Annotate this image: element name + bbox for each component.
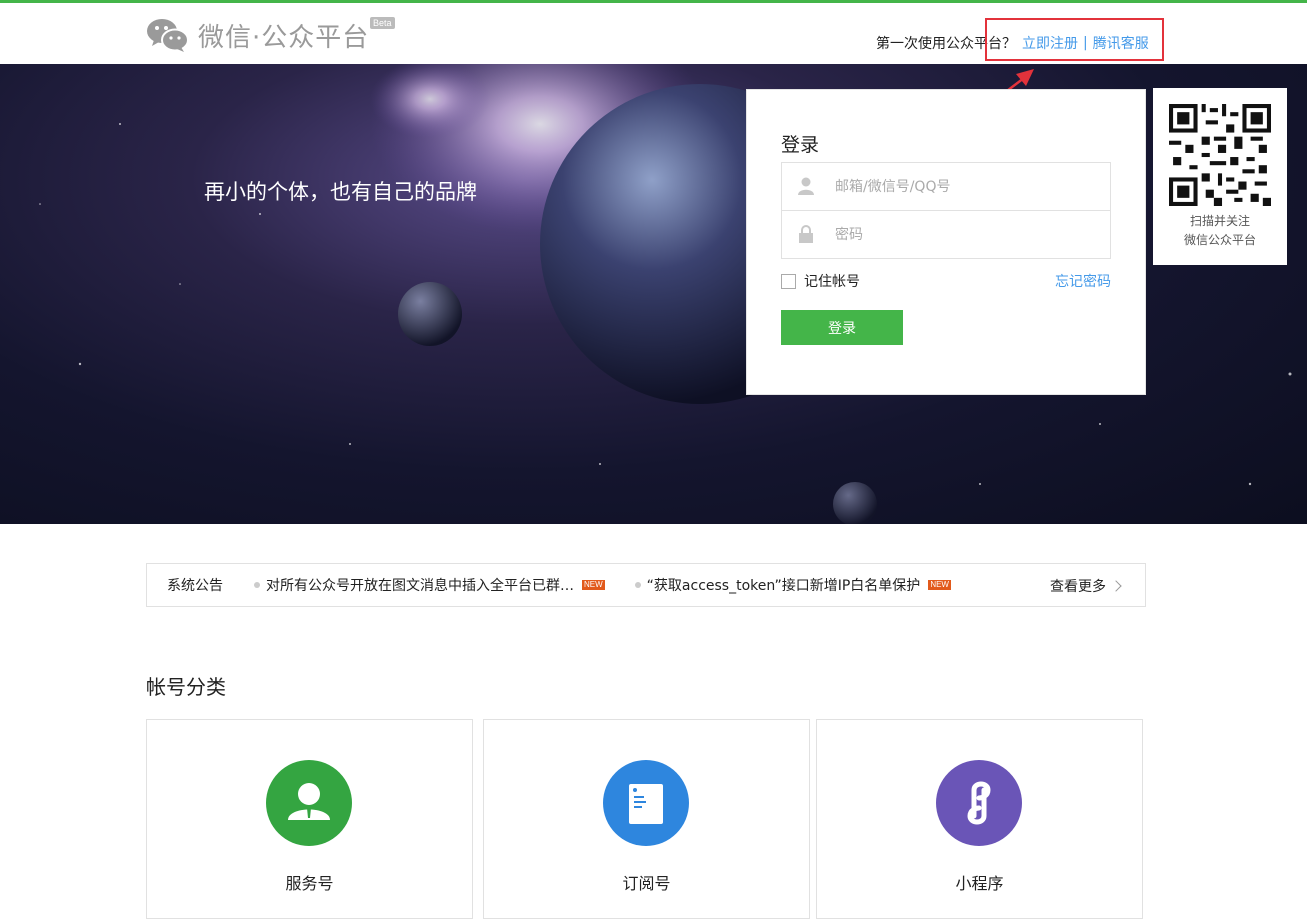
account-card-mini-program[interactable]: 小程序 — [816, 719, 1143, 919]
login-panel: 登录 记住帐号 忘记密码 登录 — [746, 89, 1146, 395]
forgot-password-link[interactable]: 忘记密码 — [1055, 271, 1111, 291]
login-title: 登录 — [781, 134, 820, 156]
mini-program-icon — [967, 781, 991, 825]
person-icon — [288, 783, 330, 820]
bullet-icon — [254, 582, 260, 588]
view-more-label: 查看更多 — [1050, 579, 1106, 595]
document-icon — [629, 784, 663, 824]
card-label: 小程序 — [955, 874, 1004, 893]
login-input-group — [781, 162, 1111, 259]
notice-label: 系统公告 — [167, 578, 223, 594]
system-notice-bar: 系统公告 对所有公众号开放在图文消息中插入全平台已群… NEW “获取acces… — [146, 563, 1146, 607]
subscription-account-icon-circle — [603, 760, 689, 846]
notice-item[interactable]: “获取access_token”接口新增IP白名单保护 NEW — [634, 575, 951, 595]
qr-caption: 扫描并关注 微信公众平台 — [1153, 212, 1287, 250]
account-card-service[interactable]: 服务号 — [146, 719, 473, 919]
remember-account[interactable]: 记住帐号 — [781, 271, 860, 291]
logo-text: 微信·公众平台 — [198, 22, 370, 53]
qr-panel: 扫描并关注 微信公众平台 — [1153, 88, 1287, 265]
banner-slogan: 再小的个体，也有自己的品牌 — [204, 180, 477, 204]
view-more-link[interactable]: 查看更多 — [1050, 576, 1122, 596]
remember-checkbox[interactable] — [781, 273, 796, 289]
annotation-highlight-box — [985, 18, 1164, 61]
password-row — [782, 211, 1110, 259]
chevron-right-icon — [1110, 580, 1122, 592]
new-badge: NEW — [928, 580, 951, 590]
account-card-subscription[interactable]: 订阅号 — [483, 719, 810, 919]
password-input[interactable] — [835, 211, 1105, 258]
wechat-logo-icon — [147, 19, 189, 52]
notice-item-text: 对所有公众号开放在图文消息中插入全平台已群… — [266, 578, 574, 594]
logo[interactable]: 微信·公众平台 Beta — [146, 15, 395, 55]
bullet-icon — [634, 582, 641, 588]
mini-program-icon-circle — [936, 760, 1022, 846]
card-label: 服务号 — [285, 874, 334, 893]
account-input[interactable] — [835, 163, 1105, 210]
user-icon — [798, 177, 814, 195]
lock-icon — [799, 225, 813, 243]
new-badge: NEW — [582, 580, 605, 590]
login-button[interactable]: 登录 — [781, 310, 903, 345]
notice-item-text: “获取access_token”接口新增IP白名单保护 — [646, 578, 921, 594]
service-account-icon-circle — [266, 760, 352, 846]
beta-badge: Beta — [370, 17, 395, 29]
account-types-title: 帐号分类 — [146, 675, 226, 699]
notice-item[interactable]: 对所有公众号开放在图文消息中插入全平台已群… NEW — [254, 575, 605, 595]
qr-caption-line2: 微信公众平台 — [1183, 233, 1256, 247]
account-row — [782, 163, 1110, 211]
qr-caption-line1: 扫描并关注 — [1189, 214, 1250, 228]
qr-code-icon — [1169, 104, 1271, 206]
remember-label: 记住帐号 — [804, 274, 860, 290]
card-label: 订阅号 — [622, 874, 671, 893]
